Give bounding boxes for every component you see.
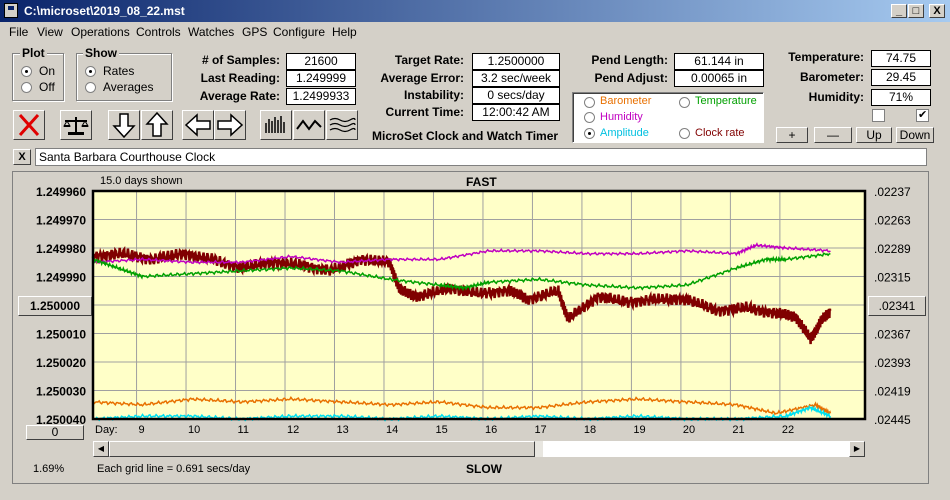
right-tick-label: .02237 [874, 185, 911, 199]
day-tick-label: 17 [534, 424, 547, 436]
day-tick-label: 19 [633, 424, 646, 436]
right-tick-label: .02263 [874, 214, 911, 228]
day-tick-label: 13 [336, 424, 349, 436]
left-tick-label: 1.250030 [36, 385, 86, 399]
day-tick-label: 15 [435, 424, 448, 436]
left-tick-label: 1.249980 [36, 242, 86, 256]
day-tick-label: 20 [682, 424, 696, 436]
left-tick-label: 1.249990 [36, 271, 86, 285]
day-tick-label: 12 [287, 424, 300, 436]
right-tick-label: .02289 [874, 242, 911, 256]
percent-label: 1.69% [33, 463, 65, 475]
left-center-button[interactable]: 1.250000 [18, 296, 92, 316]
right-tick-label: .02419 [874, 385, 911, 399]
right-center-button[interactable]: .02341 [868, 296, 926, 316]
right-tick-label: .02445 [874, 413, 911, 427]
horizontal-scrollbar[interactable]: ◀ ▶ [93, 441, 865, 457]
scroll-left-arrow[interactable]: ◀ [93, 441, 109, 457]
day-tick-label: 22 [781, 424, 795, 436]
day-tick-label: 16 [484, 424, 498, 436]
day-tick-label: 18 [583, 424, 597, 436]
day-tick-label: 14 [385, 424, 399, 436]
left-tick-label: 1.250020 [36, 356, 86, 370]
left-tick-label: 1.249970 [36, 214, 86, 228]
day-axis-label: Day: [95, 424, 118, 436]
right-tick-label: .02315 [874, 271, 911, 285]
slow-label: SLOW [466, 462, 502, 476]
day-tick-label: 10 [188, 424, 201, 436]
left-tick-label: 1.249960 [36, 185, 86, 199]
scroll-track[interactable] [543, 441, 849, 457]
left-tick-label: 1.250010 [36, 328, 86, 342]
day-tick-label: 11 [237, 424, 249, 436]
grid-note-label: Each grid line = 0.691 secs/day [97, 463, 251, 475]
right-tick-label: .02393 [874, 356, 911, 370]
day-tick-label: 21 [732, 424, 745, 436]
right-tick-label: .02367 [874, 328, 911, 342]
scroll-right-arrow[interactable]: ▶ [849, 441, 865, 457]
day-tick-label: 9 [138, 424, 145, 436]
scroll-thumb[interactable] [109, 441, 535, 457]
zero-button[interactable]: 0 [26, 425, 84, 440]
